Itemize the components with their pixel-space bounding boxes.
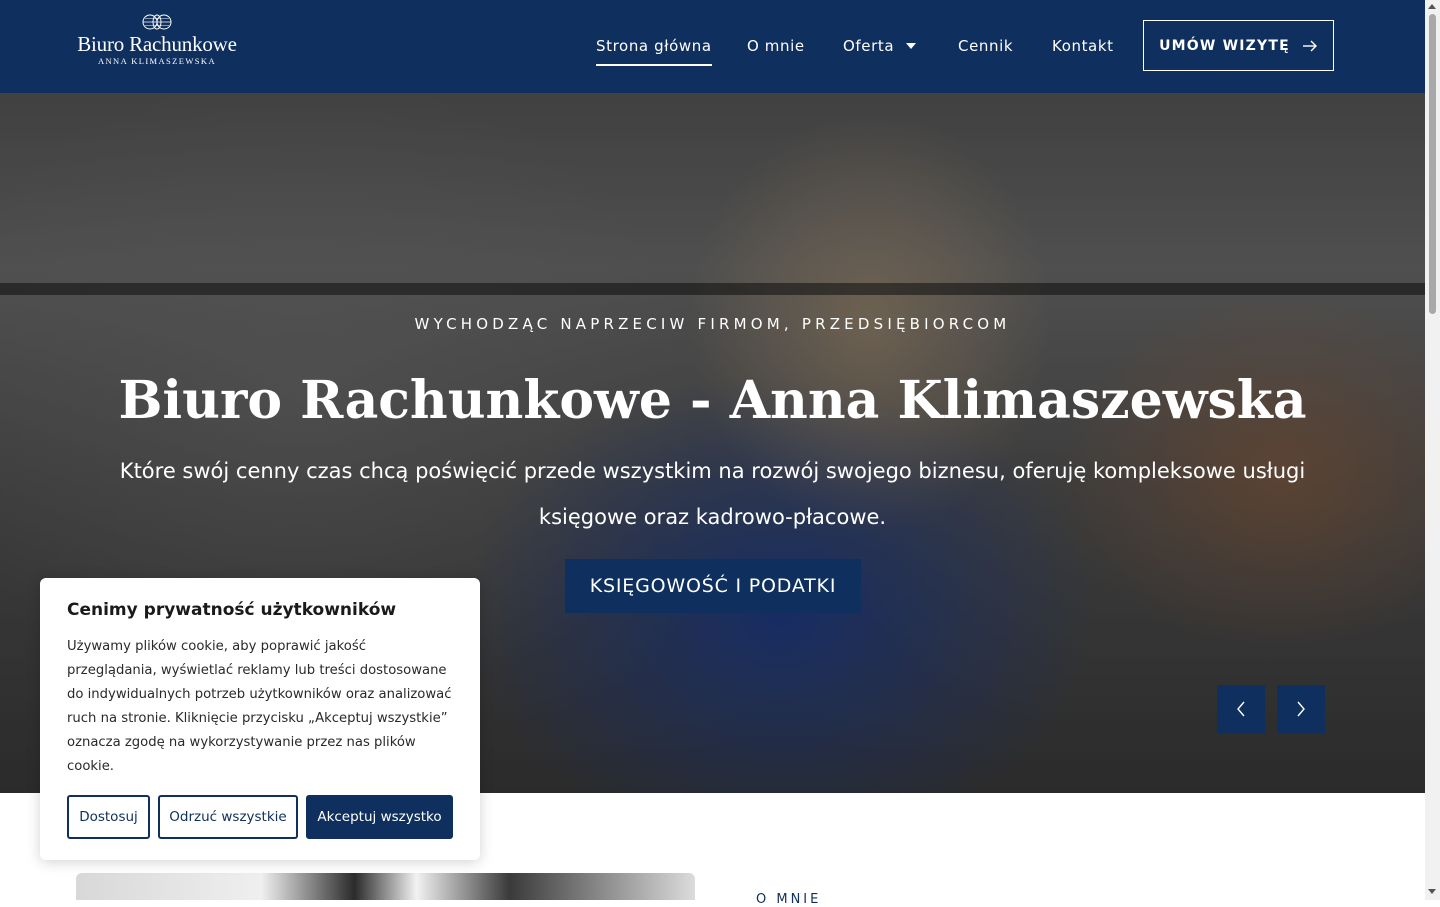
logo-globe-icon	[142, 14, 172, 30]
hero-title: Biuro Rachunkowe - Anna Klimaszewska	[118, 370, 1307, 431]
cookie-accept-button[interactable]: Akceptuj wszystko	[306, 795, 453, 839]
cookie-title: Cenimy prywatność użytkowników	[67, 600, 397, 620]
nav-item-offer-label: Oferta	[843, 37, 895, 55]
logo-title: Biuro Rachunkowe	[77, 32, 237, 56]
cookie-customize-button[interactable]: Dostosuj	[67, 795, 150, 839]
nav-item-home[interactable]: Strona główna	[596, 34, 712, 66]
cookie-reject-button[interactable]: Odrzuć wszystkie	[158, 795, 298, 839]
nav-item-pricing[interactable]: Cennik	[958, 34, 1013, 58]
nav-item-offer[interactable]: Oferta	[843, 34, 917, 58]
scroll-down-icon[interactable]	[1428, 889, 1436, 894]
cookie-consent-panel: Cenimy prywatność użytkowników Używamy p…	[40, 578, 480, 860]
nav-item-about[interactable]: O mnie	[747, 34, 805, 58]
hero-text: Które swój cenny czas chcą poświęcić prz…	[119, 459, 1306, 529]
logo[interactable]: Biuro Rachunkowe ANNA KLIMASZEWSKA	[76, 14, 238, 74]
scrollbar-thumb[interactable]	[1429, 14, 1436, 314]
arrow-right-icon	[1302, 40, 1317, 51]
chevron-right-icon	[1297, 701, 1305, 717]
about-image	[76, 873, 695, 900]
chevron-left-icon	[1237, 701, 1245, 717]
scroll-up-icon[interactable]	[1428, 4, 1436, 9]
slider-prev-button[interactable]	[1217, 685, 1265, 733]
book-visit-button[interactable]: UMÓW WIZYTĘ	[1143, 20, 1334, 71]
site-header: Biuro Rachunkowe ANNA KLIMASZEWSKA Stron…	[0, 0, 1425, 93]
hero-eyebrow: WYCHODZĄC NAPRZECIW FIRMOM, PRZEDSIĘBIOR…	[414, 315, 1011, 333]
cookie-body: Używamy plików cookie, aby poprawić jako…	[67, 639, 452, 774]
logo-subtitle: ANNA KLIMASZEWSKA	[97, 56, 216, 66]
slider-next-button[interactable]	[1277, 685, 1325, 733]
nav-item-contact[interactable]: Kontakt	[1052, 34, 1114, 58]
caret-down-icon	[906, 43, 917, 49]
book-visit-label: UMÓW WIZYTĘ	[1159, 37, 1290, 54]
page-scrollbar[interactable]	[1425, 0, 1440, 900]
accounting-taxes-button[interactable]: KSIĘGOWOŚĆ I PODATKI	[565, 559, 861, 613]
